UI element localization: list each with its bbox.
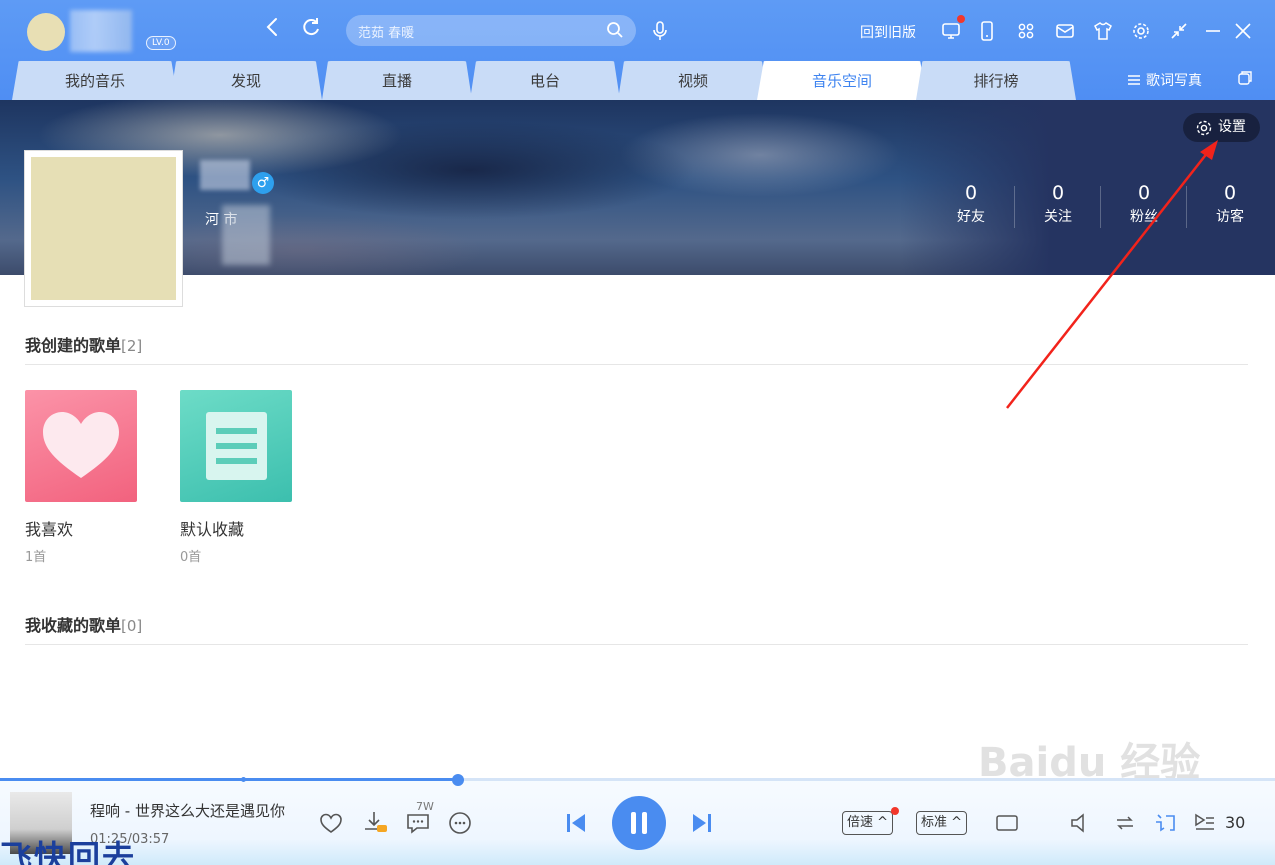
search-icon[interactable] — [606, 21, 624, 39]
pause-button[interactable] — [612, 796, 666, 850]
listen-recognize-icon[interactable] — [650, 20, 670, 42]
stat-value: 0 — [1051, 182, 1065, 204]
tv-icon[interactable] — [941, 21, 961, 41]
playlist-song-count: 0首 — [180, 550, 202, 565]
menu-lines-icon — [1128, 75, 1140, 85]
tab-discover[interactable]: 发现 — [170, 61, 322, 100]
music-app-window: LV.0 范茹 春暖 回到旧版 我的音乐 发现 直播 电台 视频 音乐空间 排行… — [0, 0, 1275, 865]
overlay-caption: 飞快回去 — [0, 838, 137, 865]
old-version-link[interactable]: 回到旧版 — [860, 22, 916, 42]
loop-icon[interactable] — [1112, 810, 1138, 836]
tab-video[interactable]: 视频 — [618, 61, 768, 100]
tab-music-space[interactable]: 音乐空间 — [757, 61, 927, 100]
sound-effect-icon[interactable] — [994, 810, 1020, 836]
speed-button[interactable]: 倍速 ^ — [842, 811, 894, 835]
tab-live[interactable]: 直播 — [322, 61, 472, 100]
playlist-song-count: 1首 — [25, 550, 47, 565]
section-divider — [25, 644, 1248, 645]
playlist-queue-icon[interactable] — [1192, 810, 1218, 836]
phone-icon[interactable] — [977, 21, 997, 41]
speed-label: 倍速 — [847, 815, 874, 830]
profile-avatar[interactable] — [24, 150, 183, 307]
male-gender-icon: ♂ — [252, 172, 274, 194]
user-avatar[interactable] — [27, 13, 65, 51]
lyric-photo-label: 歌词写真 — [1146, 73, 1202, 89]
close-icon[interactable] — [1233, 21, 1253, 41]
quality-label: 标准 — [921, 815, 948, 830]
pause-icon — [631, 812, 647, 834]
stat-divider — [1100, 186, 1101, 228]
quality-button[interactable]: 标准 ^ — [916, 811, 968, 835]
tab-my-music[interactable]: 我的音乐 — [12, 61, 178, 100]
stat-divider — [1014, 186, 1015, 228]
stat-visitors[interactable]: 0 访客 — [1200, 181, 1260, 227]
queue-count: 30 — [1225, 813, 1246, 832]
apps-grid-icon[interactable] — [1016, 21, 1036, 41]
location-blurred — [222, 205, 270, 265]
mini-mode-icon[interactable] — [1169, 21, 1189, 41]
mail-icon[interactable] — [1055, 21, 1075, 41]
stat-divider — [1186, 186, 1187, 228]
notification-dot — [957, 15, 965, 23]
playlist-name[interactable]: 我喜欢 — [25, 516, 73, 540]
next-track-icon[interactable] — [689, 810, 715, 836]
stat-label: 关注 — [1044, 209, 1072, 225]
speed-notification-dot — [891, 807, 899, 815]
lyrics-icon[interactable] — [1152, 810, 1178, 836]
stat-fans[interactable]: 0 粉丝 — [1114, 181, 1174, 227]
lyric-photo-button[interactable]: 歌词写真 — [1127, 70, 1202, 90]
section-count: [0] — [121, 617, 143, 635]
playlist-cover-liked[interactable] — [25, 390, 137, 502]
heart-icon — [43, 412, 119, 478]
stat-label: 好友 — [957, 209, 985, 225]
comment-icon[interactable] — [405, 810, 431, 836]
song-title[interactable]: 程响 - 世界这么大还是遇见你 — [90, 800, 285, 821]
document-icon — [206, 412, 267, 480]
profile-username-blurred — [200, 160, 250, 190]
created-playlists-heading: 我创建的歌单[2] — [25, 332, 142, 356]
title-bar: LV.0 范茹 春暖 回到旧版 我的音乐 发现 直播 电台 视频 音乐空间 排行… — [0, 0, 1275, 100]
settings-label: 设置 — [1218, 119, 1246, 135]
section-title-text: 我收藏的歌单 — [25, 616, 122, 635]
section-title-text: 我创建的歌单 — [25, 336, 122, 355]
tab-radio[interactable]: 电台 — [470, 61, 620, 100]
collected-playlists-heading: 我收藏的歌单[0] — [25, 612, 142, 636]
stat-value: 0 — [1223, 182, 1237, 204]
stat-label: 访客 — [1216, 209, 1244, 225]
section-count: [2] — [121, 337, 143, 355]
gear-icon — [1196, 120, 1212, 136]
back-icon[interactable] — [262, 16, 284, 38]
stat-value: 0 — [1137, 182, 1151, 204]
stat-label: 粉丝 — [1130, 209, 1158, 225]
stat-following[interactable]: 0 关注 — [1028, 181, 1088, 227]
heart-outline-icon[interactable] — [318, 810, 344, 836]
search-box[interactable]: 范茹 春暖 — [346, 15, 636, 46]
settings-button[interactable]: 设置 — [1183, 113, 1260, 142]
previous-track-icon[interactable] — [563, 810, 589, 836]
playlist-cover-default[interactable] — [180, 390, 292, 502]
search-input[interactable]: 范茹 春暖 — [358, 22, 414, 41]
section-divider — [25, 364, 1248, 365]
window-copy-icon[interactable] — [1237, 70, 1253, 86]
level-badge[interactable]: LV.0 — [146, 36, 176, 50]
refresh-icon[interactable] — [300, 16, 322, 38]
playlist-name[interactable]: 默认收藏 — [180, 516, 244, 540]
more-icon[interactable] — [447, 810, 473, 836]
stat-value: 0 — [964, 182, 978, 204]
progress-fill — [0, 778, 458, 781]
username-blurred[interactable] — [70, 10, 132, 52]
download-icon[interactable] — [361, 809, 387, 835]
skin-shirt-icon[interactable] — [1093, 21, 1113, 41]
volume-icon[interactable] — [1068, 810, 1094, 836]
progress-knob[interactable] — [451, 774, 464, 786]
minimize-icon[interactable] — [1203, 21, 1223, 41]
tab-charts[interactable]: 排行榜 — [916, 61, 1076, 100]
progress-marker — [241, 777, 246, 782]
stat-friends[interactable]: 0 好友 — [941, 181, 1001, 227]
gear-icon[interactable] — [1131, 21, 1151, 41]
